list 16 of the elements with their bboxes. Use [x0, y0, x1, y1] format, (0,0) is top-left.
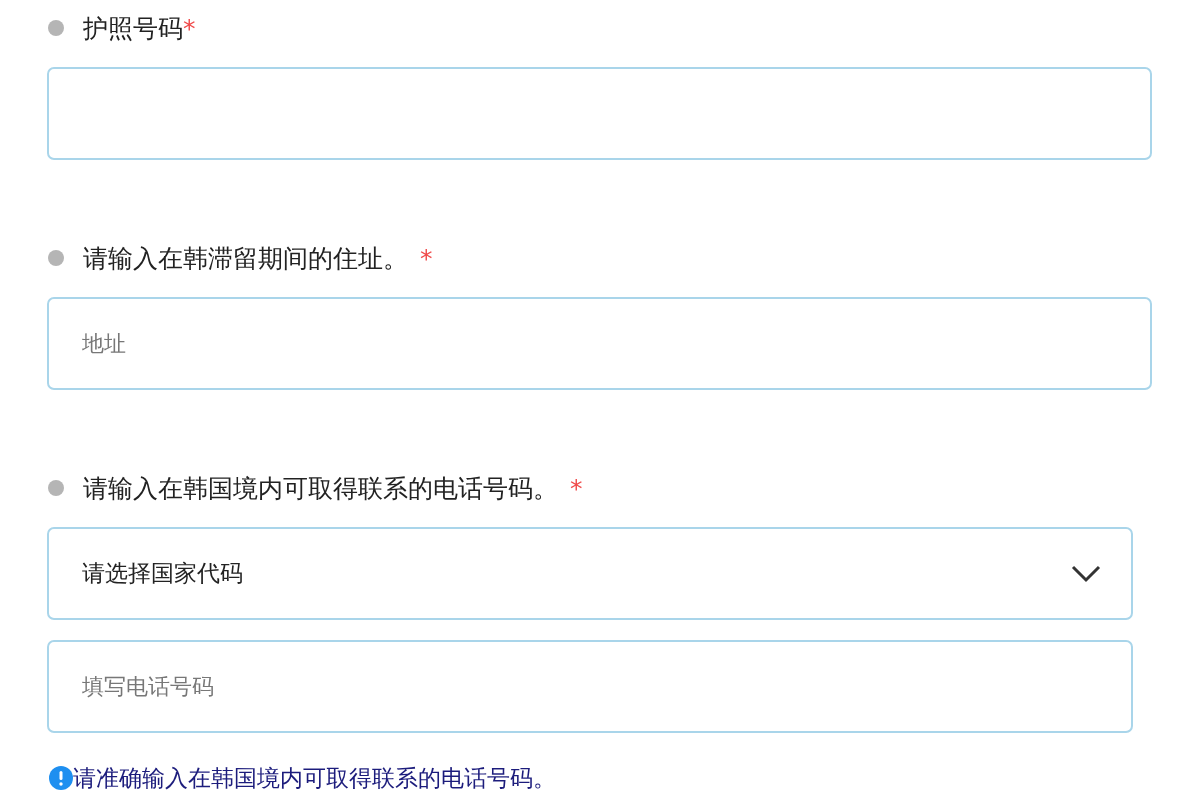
input-field[interactable]: 填写电话号码	[47, 640, 1133, 733]
bullet-icon	[48, 250, 64, 266]
input-field[interactable]: 地址	[47, 297, 1152, 390]
required-mark: *	[570, 473, 583, 503]
required-mark: *	[420, 243, 433, 273]
required-mark: *	[183, 13, 196, 43]
info-icon	[49, 766, 73, 790]
country-code-select[interactable]: 请选择国家代码	[47, 527, 1133, 620]
hint-text: 请准确输入在韩国境内可取得联系的电话号码。	[73, 763, 556, 793]
field-label: 护照号码	[83, 12, 183, 45]
field-label: 请输入在韩国境内可取得联系的电话号码。	[83, 472, 558, 505]
bullet-icon	[48, 20, 64, 36]
bullet-icon	[48, 480, 64, 496]
field-label: 请输入在韩滞留期间的住址。	[83, 242, 408, 275]
chevron-down-icon	[1071, 564, 1101, 583]
input-field[interactable]	[47, 67, 1152, 160]
